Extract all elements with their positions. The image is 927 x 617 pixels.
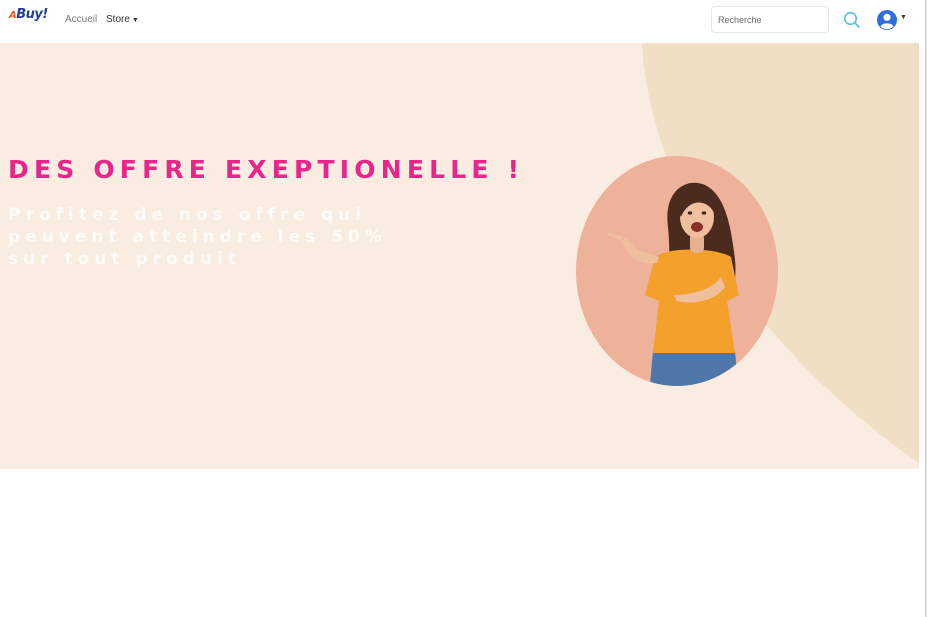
hero-promo-image — [576, 156, 778, 386]
chevron-down-icon: ▼ — [131, 17, 139, 24]
user-menu-button[interactable]: ▼ — [876, 9, 908, 31]
brand-logo-text: Buy! — [16, 7, 48, 22]
hero-title: DES OFFRE EXEPTIONELLE ! — [8, 155, 525, 184]
page: ABuy! Accueil Store▼ ▼ DES OFFRE EXE — [0, 0, 927, 617]
hero-subtitle: Profitez de nos offre qui peuvent attein… — [8, 205, 387, 269]
search-input[interactable] — [711, 6, 829, 33]
hero-banner: DES OFFRE EXEPTIONELLE ! Profitez de nos… — [0, 43, 919, 469]
chevron-down-icon: ▼ — [900, 14, 907, 21]
navbar: ABuy! Accueil Store▼ ▼ — [0, 0, 925, 43]
content-area — [0, 469, 925, 617]
brand-logo[interactable]: ABuy! — [9, 7, 48, 22]
search-icon[interactable] — [842, 10, 862, 30]
nav-link-store[interactable]: Store ▼ — [106, 14, 139, 25]
nav-link-accueil[interactable]: Accueil — [65, 14, 97, 25]
nav-link-store-label: Store — [106, 14, 130, 25]
user-avatar-icon — [877, 10, 897, 30]
